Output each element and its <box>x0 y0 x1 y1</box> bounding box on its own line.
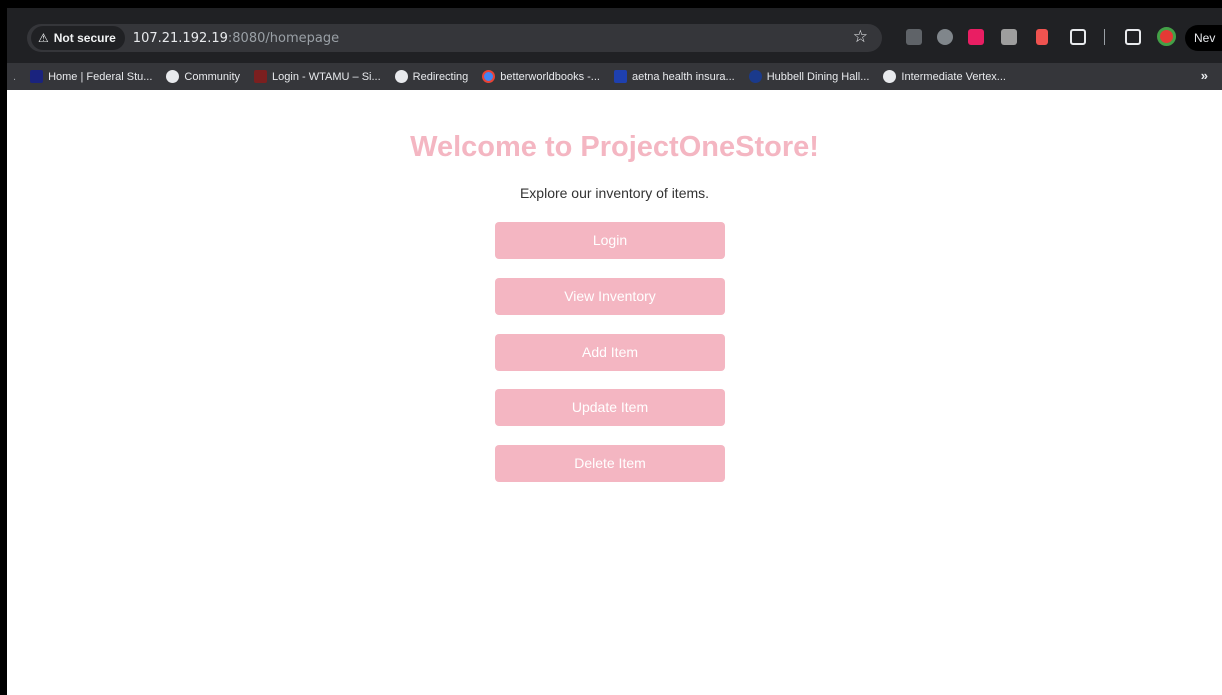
google-icon <box>482 70 496 83</box>
globe-icon <box>883 70 897 83</box>
fsa-icon <box>30 70 44 83</box>
page-content: Welcome to ProjectOneStore! Explore our … <box>7 90 1222 695</box>
d-icon <box>748 70 762 83</box>
add-item-button[interactable]: Add Item <box>495 334 725 371</box>
new-chrome-chip[interactable]: Nev <box>1185 25 1222 51</box>
bookmarks-bar: . Home | Federal Stu... Community Login … <box>7 63 1222 90</box>
aetna-icon <box>613 70 627 83</box>
bookmark-item[interactable]: Hubbell Dining Hall... <box>748 70 869 83</box>
toolbar-divider <box>1104 29 1105 45</box>
extension-icon[interactable] <box>937 29 953 45</box>
bookmark-item[interactable]: aetna health insura... <box>613 70 735 83</box>
browser-window: ⚠ Not secure 107.21.192.19:8080/homepage… <box>7 8 1222 695</box>
warning-icon: ⚠ <box>38 31 49 45</box>
page-subtitle: Explore our inventory of items. <box>519 185 710 201</box>
url-host: 107.21.192.19 <box>132 30 228 46</box>
update-item-button[interactable]: Update Item <box>495 389 725 426</box>
bookmark-item[interactable]: betterworldbooks -... <box>482 70 600 83</box>
bookmark-item[interactable]: Intermediate Vertex... <box>883 70 1006 83</box>
bookmarks-overflow-left: . <box>13 70 17 83</box>
extension-icon[interactable] <box>1001 29 1017 45</box>
wt-icon <box>254 70 268 83</box>
bookmark-item[interactable]: Home | Federal Stu... <box>30 70 152 83</box>
tp-extension-icon[interactable] <box>1036 29 1048 45</box>
profile-avatar-icon[interactable] <box>1157 27 1176 46</box>
login-button[interactable]: Login <box>495 222 725 259</box>
globe-icon <box>166 70 180 83</box>
address-bar[interactable]: ⚠ Not secure 107.21.192.19:8080/homepage… <box>27 24 882 52</box>
url-path: :8080/homepage <box>227 30 340 46</box>
security-label: Not secure <box>53 31 116 45</box>
page-title: Welcome to ProjectOneStore! <box>410 131 819 163</box>
view-inventory-button[interactable]: View Inventory <box>495 278 725 315</box>
bookmark-star-icon[interactable]: ☆ <box>853 27 868 47</box>
extensions-puzzle-icon[interactable] <box>1070 29 1086 45</box>
more-bookmarks-icon[interactable]: » <box>1201 68 1208 83</box>
extension-icon[interactable] <box>906 29 922 45</box>
bookmark-item[interactable]: Community <box>166 70 240 83</box>
browser-toolbar: ⚠ Not secure 107.21.192.19:8080/homepage… <box>7 8 1222 63</box>
side-panel-icon[interactable] <box>1125 29 1141 45</box>
pocket-icon[interactable] <box>968 29 984 45</box>
delete-item-button[interactable]: Delete Item <box>495 445 725 482</box>
url-text[interactable]: 107.21.192.19:8080/homepage <box>133 31 339 46</box>
globe-icon <box>394 70 408 83</box>
bookmark-item[interactable]: Login - WTAMU – Si... <box>254 70 381 83</box>
bookmark-item[interactable]: Redirecting <box>394 70 468 83</box>
security-chip[interactable]: ⚠ Not secure <box>31 26 125 50</box>
